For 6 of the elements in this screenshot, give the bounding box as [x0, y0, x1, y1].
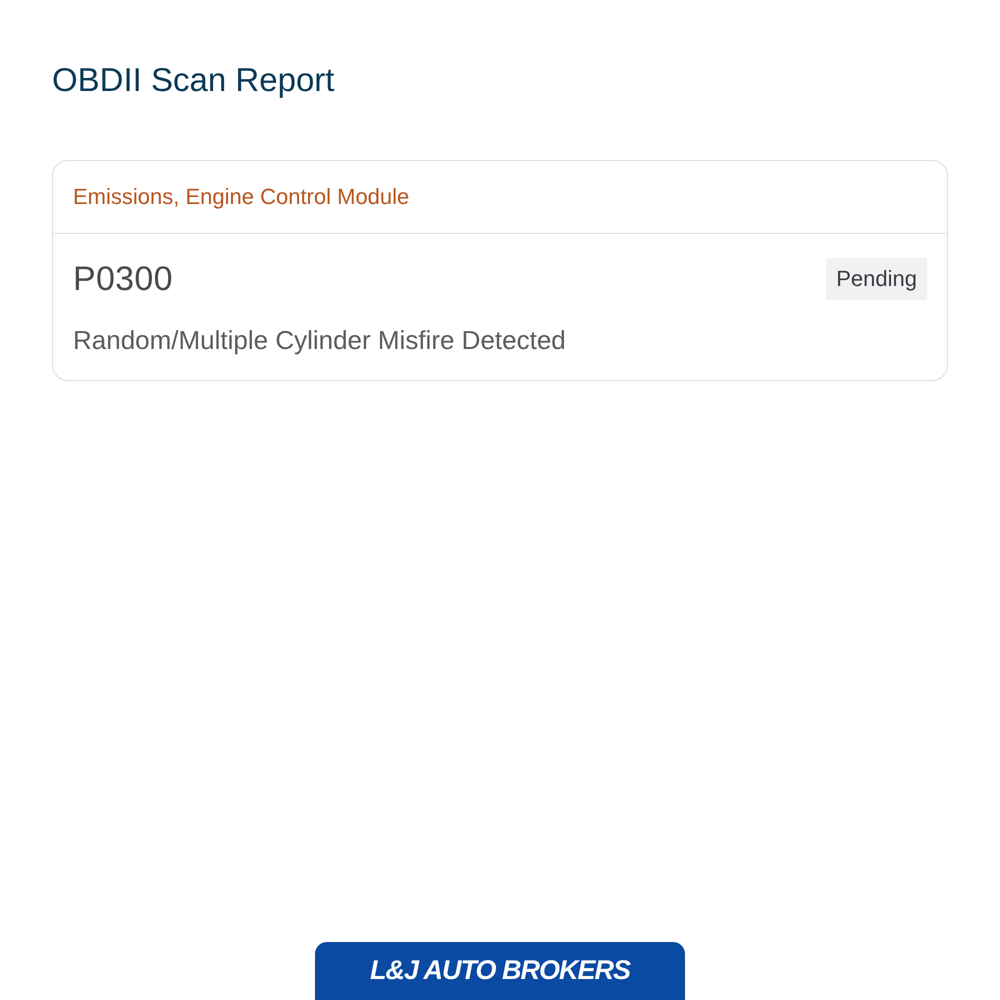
brand-logo: L&J AUTO BROKERS: [315, 942, 685, 1000]
code-description: Random/Multiple Cylinder Misfire Detected: [73, 324, 566, 356]
trouble-code: P0300: [73, 259, 173, 299]
page-title: OBDII Scan Report: [52, 60, 334, 100]
module-label: Emissions, Engine Control Module: [73, 183, 410, 211]
status-badge: Pending: [826, 258, 927, 300]
